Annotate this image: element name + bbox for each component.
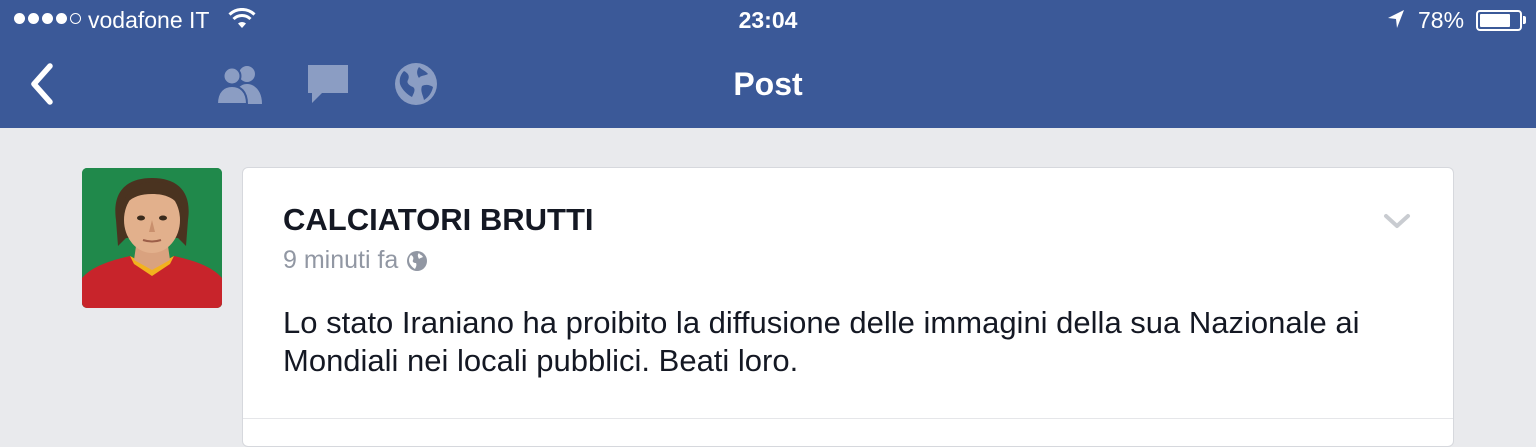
author-avatar[interactable] [82, 168, 222, 308]
post-body: Lo stato Iraniano ha proibito la diffusi… [283, 305, 1360, 378]
page-title: Post [733, 66, 803, 102]
battery-tip [1523, 16, 1526, 24]
card-divider [243, 418, 1453, 419]
location-arrow-icon [1386, 8, 1406, 35]
status-bar: vodafone IT 23:04 78% [0, 0, 1536, 42]
battery-percent: 78% [1418, 7, 1465, 33]
battery-level [1480, 14, 1510, 27]
top-bar: vodafone IT 23:04 78% Post [0, 0, 1536, 128]
post-menu-button[interactable] [1383, 212, 1411, 235]
post-card: CALCIATORI BRUTTI 9 minuti fa Lo stato I… [242, 167, 1454, 447]
post-meta: 9 minuti fa [283, 246, 428, 275]
globe-icon [407, 250, 428, 271]
battery-icon [1476, 10, 1522, 31]
post-author[interactable]: CALCIATORI BRUTTI [283, 202, 594, 238]
status-time: 23:04 [738, 7, 798, 33]
chevron-down-icon [1384, 214, 1410, 228]
post-timestamp[interactable]: 9 minuti fa [283, 246, 398, 275]
